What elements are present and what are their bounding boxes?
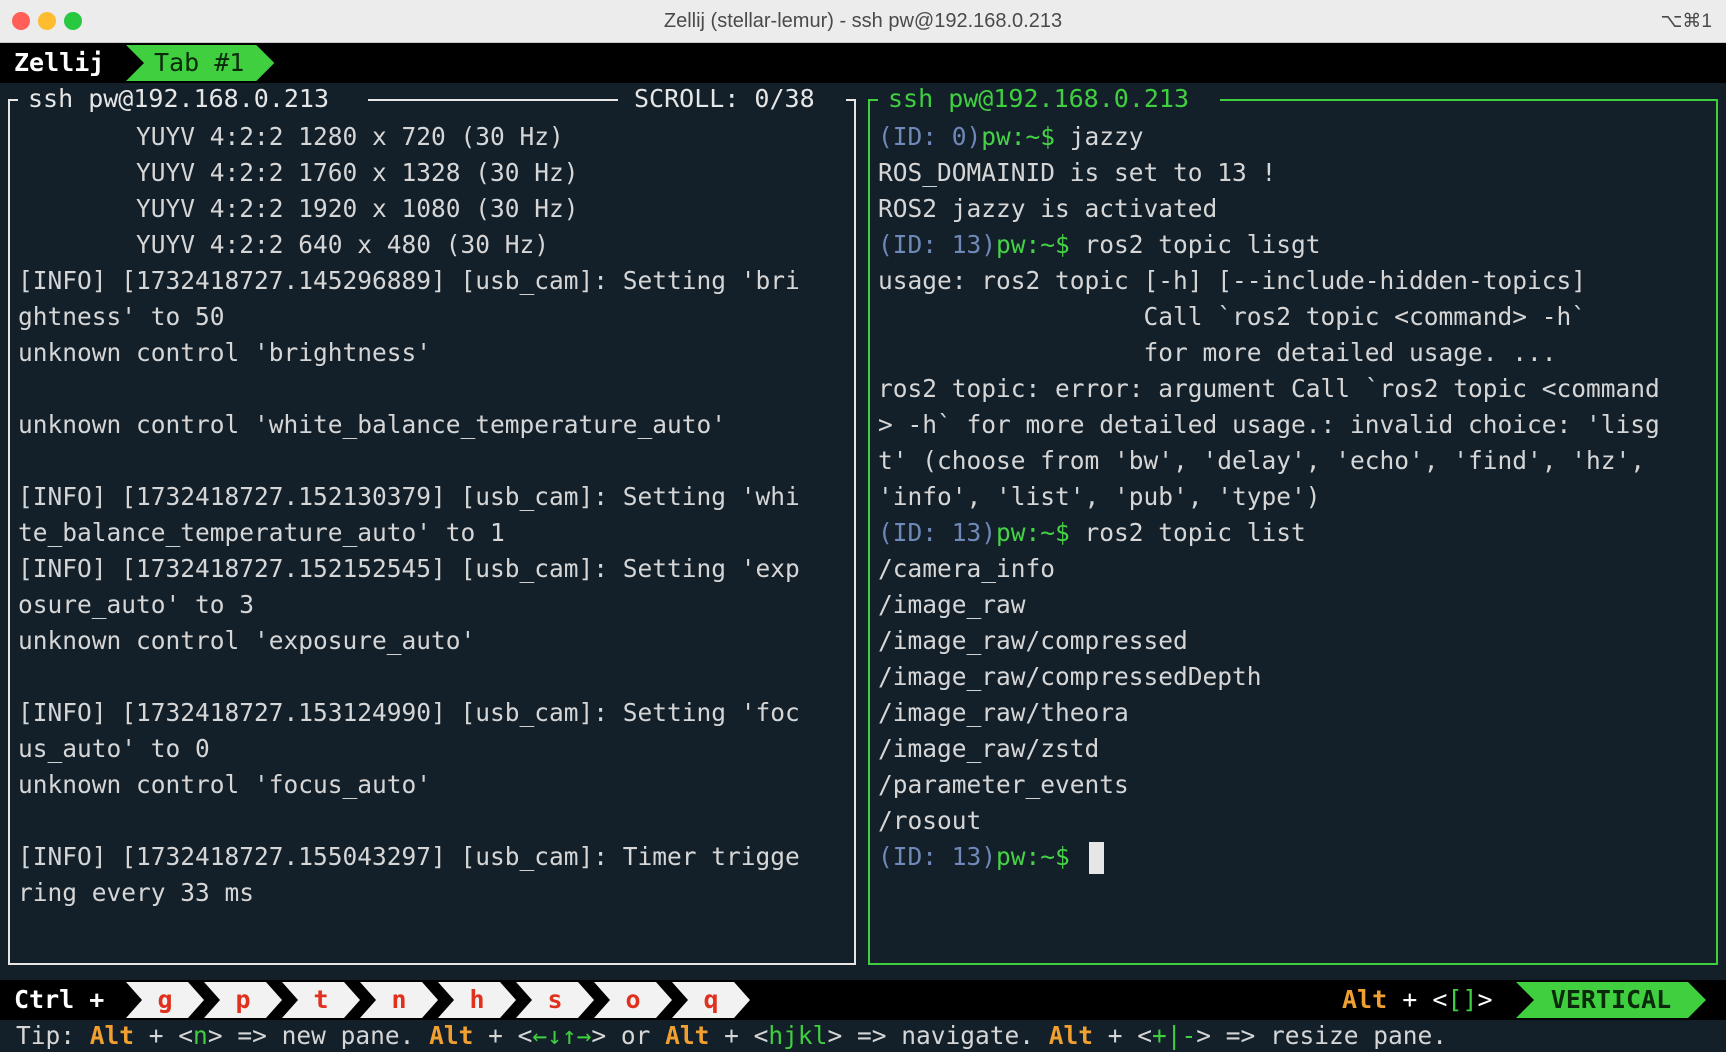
left-output-line: [INFO] [1732418727.152152545] [usb_cam]:… [18, 554, 800, 583]
mode-key-q[interactable]: q [672, 982, 750, 1018]
left-output-line: unknown control 'brightness' [18, 338, 432, 367]
right-output-line: ROS_DOMAINID is set to 13 ! [878, 158, 1277, 187]
window-shortcut: ⌥⌘1 [1660, 11, 1712, 32]
left-pane-title: ssh pw@192.168.0.213 [20, 85, 338, 113]
left-output-line: YUYV 4:2:2 1760 x 1328 (30 Hz) [18, 158, 579, 187]
terminal-cursor [1088, 842, 1104, 874]
left-output-line: YUYV 4:2:2 1280 x 720 (30 Hz) [18, 122, 564, 151]
left-output-line: osure_auto' to 3 [18, 590, 255, 619]
prompt-domain-id: (ID: 13) [878, 842, 997, 871]
right-pane-header: ssh pw@192.168.0.213 [868, 85, 1718, 113]
right-output-line: /image_raw/theora [878, 698, 1129, 727]
right-output-line: Call `ros2 topic <command> -h` [878, 302, 1587, 331]
mode-key-s[interactable]: s [516, 982, 594, 1018]
right-output-line: > -h` for more detailed usage.: invalid … [878, 410, 1660, 439]
ctrl-label: Ctrl + [14, 985, 105, 1014]
left-output-line: te_balance_temperature_auto' to 1 [18, 518, 505, 547]
prompt-domain-id: (ID: 13) [878, 518, 997, 547]
prompt-user: pw:~$ [981, 122, 1056, 151]
right-output-line: for more detailed usage. ... [878, 338, 1557, 367]
right-output-line: /parameter_events [878, 770, 1129, 799]
left-pane-header: ssh pw@192.168.0.213 SCROLL: 0/38 [8, 85, 856, 113]
left-output-line: ghtness' to 50 [18, 302, 225, 331]
zellij-tab-bar: Zellij Tab #1 [0, 43, 1726, 83]
right-terminal-pane[interactable]: ssh pw@192.168.0.213 (ID: 0)pw:~$ jazzy R… [868, 85, 1718, 965]
prompt-line: (ID: 13)pw:~$ [878, 839, 1712, 875]
left-output-line: [INFO] [1732418727.152130379] [usb_cam]:… [18, 482, 800, 511]
left-terminal-pane[interactable]: ssh pw@192.168.0.213 SCROLL: 0/38 YUYV 4… [8, 85, 856, 965]
right-output-line: usage: ros2 topic [-h] [--include-hidden… [878, 266, 1587, 295]
alt-brackets-hint: Alt + <[]> [1342, 985, 1493, 1014]
right-output-line: /rosout [878, 806, 982, 835]
right-pane-title: ssh pw@192.168.0.213 [880, 85, 1198, 113]
left-output-line [18, 443, 850, 479]
left-output-line: unknown control 'focus_auto' [18, 770, 432, 799]
right-pane-output: (ID: 0)pw:~$ jazzy ROS_DOMAINID is set to… [878, 119, 1712, 875]
prompt-command: ros2 topic lisgt [1069, 230, 1321, 259]
mode-key-p[interactable]: p [204, 982, 282, 1018]
left-output-line: YUYV 4:2:2 1920 x 1080 (30 Hz) [18, 194, 579, 223]
right-output-line: /camera_info [878, 554, 1056, 583]
window-titlebar: Zellij (stellar-lemur) - ssh pw@192.168.… [0, 0, 1726, 43]
prompt-domain-id: (ID: 0) [878, 122, 982, 151]
left-output-line: unknown control 'white_balance_temperatu… [18, 410, 727, 439]
mode-key-h[interactable]: h [438, 982, 516, 1018]
right-output-line: /image_raw/compressedDepth [878, 662, 1262, 691]
prompt-user: pw:~$ [996, 842, 1070, 871]
left-output-line: unknown control 'exposure_auto' [18, 626, 476, 655]
prompt-user: pw:~$ [996, 518, 1070, 547]
zellij-brand: Zellij [14, 48, 105, 77]
prompt-command [1070, 842, 1085, 871]
prompt-command: jazzy [1055, 122, 1144, 151]
left-output-line: [INFO] [1732418727.153124990] [usb_cam]:… [18, 698, 800, 727]
alt-label: Alt [1342, 985, 1388, 1014]
mode-key-t[interactable]: t [282, 982, 360, 1018]
right-output-line: ros2 topic: error: argument Call `ros2 t… [878, 374, 1660, 403]
left-output-line: ring every 33 ms [18, 878, 255, 907]
right-output-line: ROS2 jazzy is activated [878, 194, 1218, 223]
prompt-line: (ID: 13)pw:~$ ros2 topic list [878, 515, 1712, 551]
prompt-command: ros2 topic list [1069, 518, 1306, 547]
zellij-status-bar: Ctrl + gptnhsoq Alt + <[]> VERTICAL [0, 980, 1726, 1020]
right-output-line: /image_raw [878, 590, 1026, 619]
scroll-indicator: SCROLL: 0/38 [626, 85, 823, 113]
left-output-line [18, 371, 850, 407]
left-output-line: [INFO] [1732418727.155043297] [usb_cam]:… [18, 842, 800, 871]
left-output-line [18, 803, 850, 839]
mode-badge-vertical[interactable]: VERTICAL [1516, 982, 1706, 1018]
left-output-line: [INFO] [1732418727.145296889] [usb_cam]:… [18, 266, 800, 295]
left-output-line [18, 659, 850, 695]
tip-line: Tip: Alt + <n> => new pane. Alt + <←↓↑→>… [0, 1020, 1726, 1052]
prompt-line: (ID: 0)pw:~$ jazzy [878, 119, 1712, 155]
left-output-line: YUYV 4:2:2 640 x 480 (30 Hz) [18, 230, 550, 259]
tab-1[interactable]: Tab #1 [126, 45, 274, 81]
left-pane-output: YUYV 4:2:2 1280 x 720 (30 Hz) YUYV 4:2:2… [18, 119, 850, 911]
window-title: Zellij (stellar-lemur) - ssh pw@192.168.… [663, 10, 1063, 32]
right-output-line: t' (choose from 'bw', 'delay', 'echo', '… [878, 446, 1646, 475]
mode-key-n[interactable]: n [360, 982, 438, 1018]
mode-key-o[interactable]: o [594, 982, 672, 1018]
mode-key-g[interactable]: g [126, 982, 204, 1018]
right-output-line: /image_raw/zstd [878, 734, 1100, 763]
prompt-line: (ID: 13)pw:~$ ros2 topic lisgt [878, 227, 1712, 263]
prompt-domain-id: (ID: 13) [878, 230, 997, 259]
right-output-line: /image_raw/compressed [878, 626, 1188, 655]
right-output-line: 'info', 'list', 'pub', 'type') [878, 482, 1321, 511]
left-output-line: us_auto' to 0 [18, 734, 210, 763]
bracket-keys: [] [1447, 985, 1478, 1014]
prompt-user: pw:~$ [996, 230, 1070, 259]
